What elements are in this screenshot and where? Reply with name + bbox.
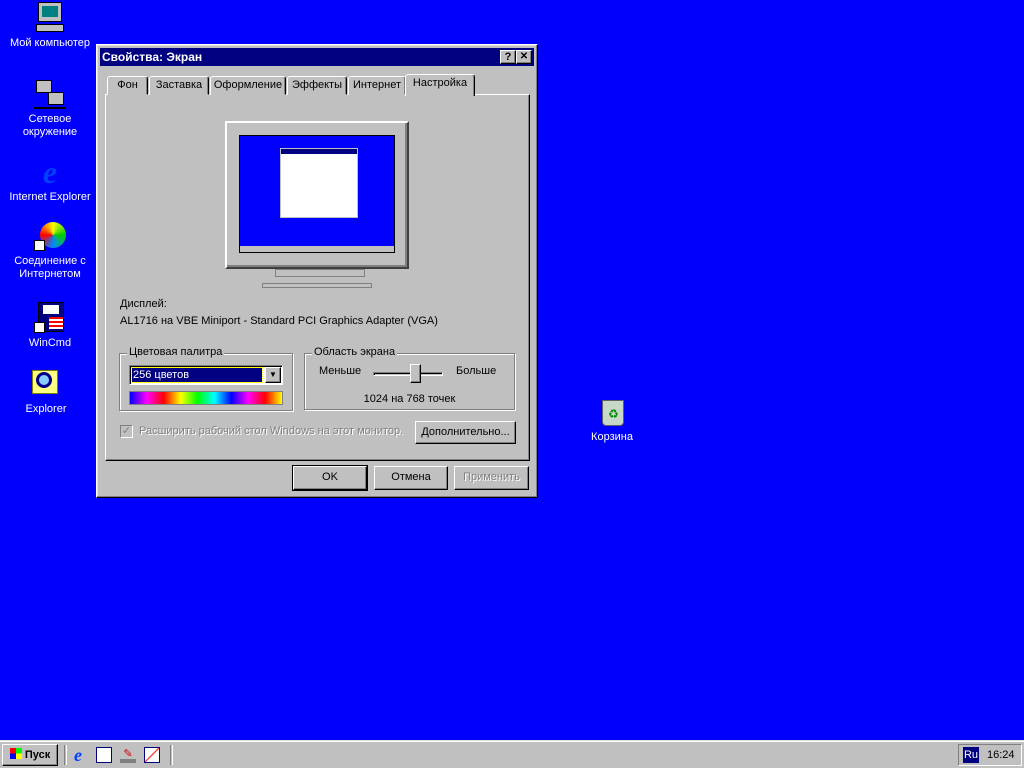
ie-icon: e [42, 154, 58, 190]
screen-area-group: Область экрана Меньше Больше 1024 на 768… [304, 346, 515, 410]
display-label: Дисплей: [120, 298, 167, 310]
wincmd-icon [34, 302, 66, 334]
monitor-preview [225, 121, 409, 269]
recycle-bin-icon: ♻ [596, 396, 628, 428]
channels-icon[interactable] [144, 747, 160, 763]
color-spectrum-bar [129, 391, 283, 405]
clock[interactable]: 16:24 [987, 749, 1015, 761]
tab-settings[interactable]: Настройка [405, 74, 475, 96]
desktop-icon-explorer[interactable]: Explorer [0, 368, 94, 416]
desktop-icon-wincmd[interactable]: WinCmd [2, 302, 98, 350]
connection-wizard-icon [34, 220, 66, 252]
start-button[interactable]: Пуск [2, 744, 58, 766]
windows-logo-icon [9, 748, 22, 759]
advanced-button[interactable]: Дополнительно... [415, 421, 516, 444]
desktop-icon-my-computer[interactable]: Мой компьютер [2, 2, 98, 50]
dialog-title: Свойства: Экран [102, 50, 203, 64]
desktop-icon-network[interactable]: Сетевое окружение [2, 78, 98, 139]
ok-button[interactable]: OK [292, 465, 368, 491]
my-computer-icon [34, 2, 66, 34]
desktop-icon-internet-explorer[interactable]: e Internet Explorer [2, 156, 98, 204]
language-indicator[interactable]: Ru [963, 747, 979, 763]
explorer-icon [30, 368, 62, 400]
tab-appearance[interactable]: Оформление [210, 76, 286, 95]
color-palette-group: Цветовая палитра 256 цветов ▼ [119, 346, 293, 411]
taskbar: Пуск e ✎ Ru 16:24 [0, 740, 1024, 768]
outlook-express-icon[interactable] [96, 747, 112, 763]
title-bar[interactable]: Свойства: Экран ? ✕ [100, 48, 534, 66]
tab-internet[interactable]: Интернет [348, 76, 406, 95]
apply-button[interactable]: Применить [454, 466, 529, 490]
display-adapter: AL1716 на VBE Miniport - Standard PCI Gr… [120, 315, 438, 327]
system-tray: Ru 16:24 [958, 744, 1022, 766]
screen-area-slider-thumb[interactable] [410, 364, 421, 383]
help-button[interactable]: ? [500, 50, 516, 64]
tab-background[interactable]: Фон [107, 76, 148, 95]
cancel-button[interactable]: Отмена [374, 466, 448, 490]
display-properties-dialog: Свойства: Экран ? ✕ Фон Заставка Оформле… [96, 44, 538, 498]
desktop-icon-recycle-bin[interactable]: ♻ Корзина [564, 396, 660, 444]
ie-icon[interactable]: e [74, 746, 92, 764]
network-icon [34, 78, 66, 110]
close-button[interactable]: ✕ [516, 50, 532, 64]
desktop-icon-connection[interactable]: Соединение с Интернетом [2, 220, 98, 281]
extend-desktop-checkbox[interactable]: ✓ [120, 425, 133, 438]
tab-screensaver[interactable]: Заставка [149, 76, 209, 95]
tab-effects[interactable]: Эффекты [287, 76, 347, 95]
color-palette-select[interactable]: 256 цветов ▼ [129, 365, 283, 385]
desktop-icon[interactable]: ✎ [120, 747, 136, 763]
chevron-down-icon[interactable]: ▼ [265, 367, 281, 383]
screen-area-slider-track[interactable] [373, 372, 443, 376]
